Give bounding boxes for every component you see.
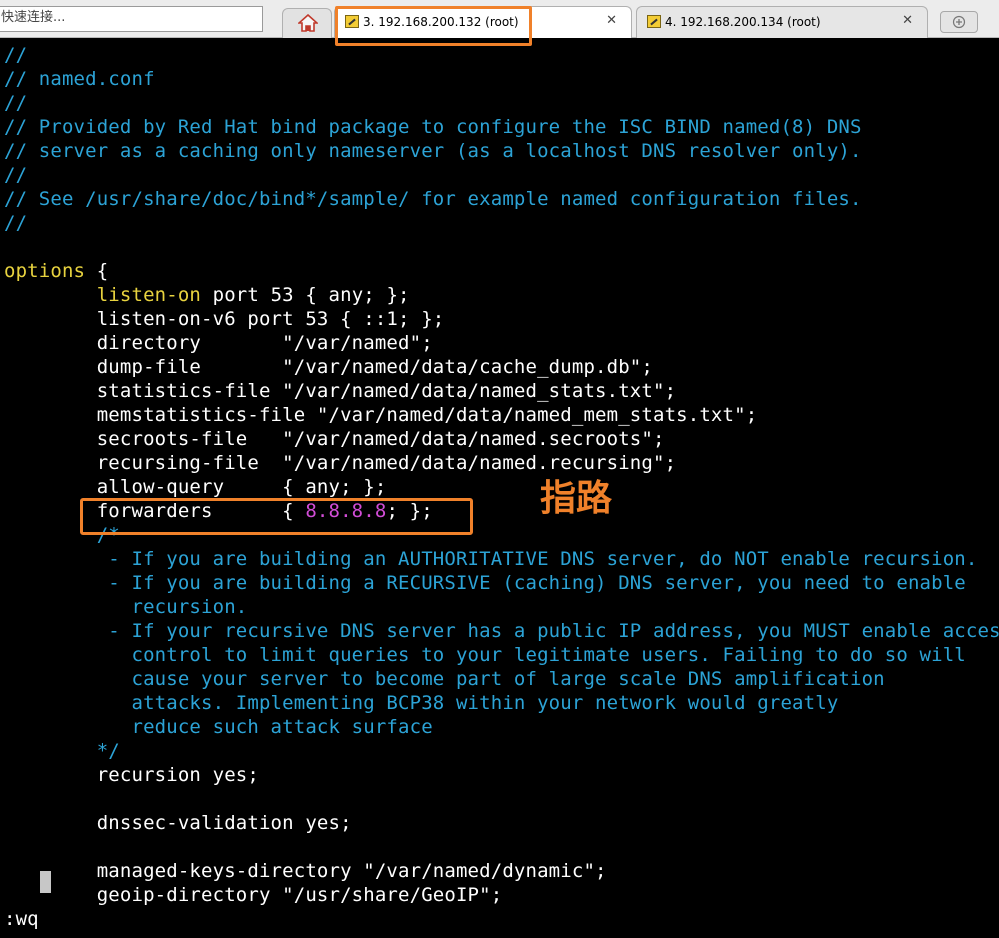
- terminal-line: */: [4, 739, 120, 763]
- tab-label: 4. 192.168.200.134 (root): [665, 15, 821, 29]
- terminal-text-segment: */: [4, 740, 120, 762]
- terminal-text-segment: geoip-directory "/usr/share/GeoIP";: [4, 884, 503, 906]
- terminal-text-segment: // Provided by Red Hat bind package to c…: [4, 116, 862, 138]
- new-tab-button[interactable]: [940, 11, 978, 33]
- plus-icon: [952, 15, 966, 29]
- terminal-line: recursion.: [4, 595, 247, 619]
- terminal-line: //: [4, 43, 27, 67]
- terminal-line: - If you are building a RECURSIVE (cachi…: [4, 571, 966, 595]
- terminal-text-segment: memstatistics-file "/var/named/data/name…: [4, 404, 758, 426]
- terminal-line: listen-on-v6 port 53 { ::1; };: [4, 307, 445, 331]
- terminal-text-segment: //: [4, 212, 28, 234]
- terminal-text-segment: reduce such attack surface: [4, 716, 433, 738]
- terminal-line: recursion yes;: [4, 763, 259, 787]
- forwarders-highlight-box: [80, 498, 473, 535]
- terminal-line: memstatistics-file "/var/named/data/name…: [4, 403, 757, 427]
- terminal-text-segment: // named.conf: [4, 68, 155, 90]
- terminal-text-segment: listen-on-v6 port 53 { ::1; };: [4, 308, 445, 330]
- terminal-line: //: [4, 211, 27, 235]
- terminal-line: statistics-file "/var/named/data/named_s…: [4, 379, 676, 403]
- terminal-line: // Provided by Red Hat bind package to c…: [4, 115, 862, 139]
- terminal-line: - If your recursive DNS server has a pub…: [4, 619, 999, 643]
- terminal-line: listen-on port 53 { any; };: [4, 283, 410, 307]
- terminal-text-segment: dump-file "/var/named/data/cache_dump.db…: [4, 356, 653, 378]
- close-icon[interactable]: ✕: [902, 13, 913, 28]
- terminal-line: //: [4, 163, 27, 187]
- terminal-text-segment: - If you are building a RECURSIVE (cachi…: [4, 572, 966, 594]
- terminal-text-segment: dnssec-validation yes;: [4, 812, 352, 834]
- quick-connect-input[interactable]: 快速连接...: [0, 6, 263, 32]
- terminal-line: - If you are building an AUTHORITATIVE D…: [4, 547, 977, 571]
- terminal-line: geoip-directory "/usr/share/GeoIP";: [4, 883, 502, 907]
- terminal-text-segment: recursion yes;: [4, 764, 259, 786]
- terminal-text-segment: - If your recursive DNS server has a pub…: [4, 620, 999, 642]
- terminal-text-segment: control to limit queries to your legitim…: [4, 644, 966, 666]
- terminal-text-segment: cause your server to become part of larg…: [4, 668, 885, 690]
- terminal-cursor: [40, 871, 51, 893]
- terminal-text-segment: recursing-file "/var/named/data/named.re…: [4, 452, 677, 474]
- terminal-text-segment: //: [4, 164, 28, 186]
- tab-bar: 快速连接... 3. 192.168.200.132 (root) ✕ 4. 1…: [0, 0, 999, 46]
- terminal-line: dnssec-validation yes;: [4, 811, 352, 835]
- terminal-text-segment: recursion.: [4, 596, 248, 618]
- terminal-line: directory "/var/named";: [4, 331, 433, 355]
- close-icon[interactable]: ✕: [606, 13, 617, 28]
- terminal-line: managed-keys-directory "/var/named/dynam…: [4, 859, 607, 883]
- tab-session-4[interactable]: 4. 192.168.200.134 (root) ✕: [636, 6, 928, 38]
- terminal-line: :wq: [4, 907, 39, 931]
- terminal-text-segment: listen-on: [96, 284, 202, 306]
- terminal-pencil-icon: [647, 15, 661, 28]
- terminal-text-segment: {: [85, 260, 109, 282]
- terminal-text-segment: - If you are building an AUTHORITATIVE D…: [4, 548, 978, 570]
- terminal-text-segment: secroots-file "/var/named/data/named.sec…: [4, 428, 665, 450]
- terminal-output[interactable]: //// named.conf//// Provided by Red Hat …: [0, 38, 999, 938]
- terminal-text-segment: options: [4, 260, 86, 282]
- terminal-line: recursing-file "/var/named/data/named.re…: [4, 451, 676, 475]
- terminal-text-segment: managed-keys-directory "/var/named/dynam…: [4, 860, 607, 882]
- terminal-text-segment: :wq: [4, 908, 39, 930]
- home-tab[interactable]: [282, 8, 332, 38]
- terminal-line: // server as a caching only nameserver (…: [4, 139, 862, 163]
- terminal-text-segment: port 53 { any; };: [201, 284, 410, 306]
- terminal-line: reduce such attack surface: [4, 715, 433, 739]
- terminal-text-segment: directory "/var/named";: [4, 332, 433, 354]
- terminal-line: attacks. Implementing BCP38 within your …: [4, 691, 838, 715]
- terminal-line: allow-query { any; };: [4, 475, 387, 499]
- terminal-text-segment: //: [4, 44, 28, 66]
- terminal-line: secroots-file "/var/named/data/named.sec…: [4, 427, 665, 451]
- terminal-text-segment: // See /usr/share/doc/bind*/sample/ for …: [4, 188, 862, 210]
- terminal-line: cause your server to become part of larg…: [4, 667, 885, 691]
- terminal-line: dump-file "/var/named/data/cache_dump.db…: [4, 355, 653, 379]
- terminal-text-segment: // server as a caching only nameserver (…: [4, 140, 862, 162]
- annotation-label: 指路: [540, 478, 613, 519]
- terminal-text-segment: //: [4, 92, 28, 114]
- terminal-line: //: [4, 91, 27, 115]
- terminal-line: options {: [4, 259, 108, 283]
- terminal-text-segment: statistics-file "/var/named/data/named_s…: [4, 380, 677, 402]
- home-icon: [298, 14, 318, 32]
- terminal-text-segment: allow-query { any; };: [4, 476, 387, 498]
- terminal-line: control to limit queries to your legitim…: [4, 643, 966, 667]
- terminal-text-segment: attacks. Implementing BCP38 within your …: [4, 692, 839, 714]
- terminal-line: // See /usr/share/doc/bind*/sample/ for …: [4, 187, 862, 211]
- terminal-line: // named.conf: [4, 67, 155, 91]
